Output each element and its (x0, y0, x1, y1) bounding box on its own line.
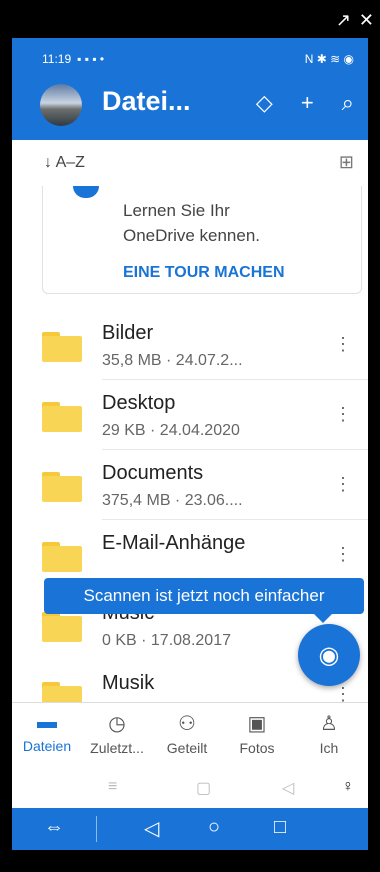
tab-ich[interactable]: ♙ Ich (294, 711, 364, 756)
file-meta: 375,4 MB · 23.06.... (102, 492, 243, 509)
file-name: Desktop (102, 392, 176, 414)
tab-label: Ich (319, 740, 339, 756)
tab-fotos[interactable]: ▣ Fotos (222, 711, 292, 756)
grid-view-icon[interactable]: ⊞ (339, 152, 354, 173)
tab-geteilt[interactable]: ⚇ Geteilt (152, 711, 222, 756)
home-circle-icon[interactable]: ○ (208, 816, 220, 839)
clock-icon: ◷ (108, 713, 126, 735)
recents-icon[interactable]: □ (274, 816, 286, 839)
accessibility-icon[interactable]: ♀ (342, 778, 354, 796)
phone-screen: 11:19 ▪ ▪ ▪ • N ✱ ≋ ◉ Datei... ◇ + ⌕ ↓ A… (12, 38, 368, 850)
more-options-icon[interactable]: ⋮ (334, 474, 352, 495)
more-options-icon[interactable]: ⋮ (334, 404, 352, 425)
people-icon: ⚇ (178, 713, 196, 735)
person-icon: ♙ (320, 713, 338, 735)
file-meta: 29 KB · 24.04.2020 (102, 422, 240, 439)
app-bar: 11:19 ▪ ▪ ▪ • N ✱ ≋ ◉ Datei... ◇ + ⌕ (12, 38, 368, 140)
tour-text-line-2: OneDrive kennen. (123, 226, 261, 245)
status-notification-icons: ▪ ▪ ▪ • (77, 52, 105, 66)
add-icon[interactable]: + (301, 90, 314, 116)
menu-icon[interactable]: ≡ (108, 778, 117, 796)
scan-tooltip[interactable]: Scannen ist jetzt noch einfacher (44, 578, 364, 623)
avatar[interactable] (40, 84, 82, 126)
home-square-icon[interactable]: ▢ (196, 778, 211, 798)
file-name: Documents (102, 462, 204, 484)
tab-zuletzt[interactable]: ◷ Zuletzt... (82, 711, 152, 756)
camera-fab-button[interactable]: ◉ (298, 624, 360, 686)
search-icon[interactable]: ⌕ (342, 90, 354, 116)
back-icon[interactable]: ◁ (282, 778, 294, 798)
page-title: Datei... (102, 86, 191, 116)
back-icon[interactable]: ◁ (144, 816, 159, 841)
tour-text-line-1: Lernen Sie Ihr (123, 201, 230, 220)
android-system-nav: ≡ ▢ ◁ ♀ (12, 768, 368, 808)
tour-text: Lernen Sie Ihr OneDrive kennen. (123, 198, 260, 248)
list-item[interactable]: Bilder 35,8 MB · 24.07.2... ⋮ (12, 310, 368, 380)
folder-icon (42, 332, 82, 362)
tab-dateien[interactable]: ▬ Dateien (12, 711, 82, 754)
status-time: 11:19 (42, 52, 72, 66)
file-name: E-Mail-Anhänge (102, 532, 246, 554)
list-item[interactable]: Documents 375,4 MB · 23.06.... ⋮ (12, 450, 368, 520)
swap-icon[interactable]: ⇔ (44, 816, 64, 839)
list-item[interactable]: Desktop 29 KB · 24.04.2020 ⋮ (12, 380, 368, 450)
premium-diamond-icon[interactable]: ◇ (256, 90, 273, 116)
bottom-navigation: ▬ Dateien ◷ Zuletzt... ⚇ Geteilt ▣ Fotos… (12, 702, 368, 768)
folder-icon (42, 612, 82, 642)
window-top-bar: ↗ ✕ (0, 0, 380, 38)
file-meta: 35,8 MB · 24.07.2... (102, 352, 243, 369)
onedrive-illustration (73, 186, 99, 198)
tour-link[interactable]: EINE TOUR MACHEN (123, 264, 285, 282)
more-options-icon[interactable]: ⋮ (334, 334, 352, 355)
photo-icon: ▣ (247, 713, 267, 735)
status-system-icons: N ✱ ≋ ◉ (304, 52, 354, 66)
camera-icon: ◉ (318, 641, 340, 669)
more-options-icon[interactable]: ⋮ (334, 544, 352, 565)
status-bar: 11:19 ▪ ▪ ▪ • N ✱ ≋ ◉ (42, 52, 354, 66)
tab-label: Geteilt (166, 740, 208, 756)
sort-button[interactable]: ↓ A–Z (44, 154, 85, 172)
tour-card: Lernen Sie Ihr OneDrive kennen. EINE TOU… (42, 186, 362, 294)
folder-icon (42, 542, 82, 572)
tab-label: Fotos (239, 740, 275, 756)
file-meta: 0 KB · 17.08.2017 (102, 632, 231, 649)
remote-nav-bar: ⇔ ◁ ○ □ (12, 808, 368, 850)
folder-icon (42, 472, 82, 502)
external-link-icon[interactable]: ↗ (336, 10, 351, 31)
tab-label: Zuletzt... (90, 740, 144, 756)
tab-label: Dateien (22, 738, 72, 754)
file-name: Musik (102, 672, 155, 694)
device-frame: ↗ ✕ 11:19 ▪ ▪ ▪ • N ✱ ≋ ◉ Datei... ◇ + ⌕ (0, 0, 380, 872)
sort-row: ↓ A–Z ⊞ (12, 140, 368, 186)
folder-nav-icon: ▬ (37, 711, 57, 733)
file-name: Bilder (102, 322, 154, 344)
folder-icon (42, 402, 82, 432)
close-icon[interactable]: ✕ (359, 10, 374, 31)
divider (96, 816, 97, 842)
